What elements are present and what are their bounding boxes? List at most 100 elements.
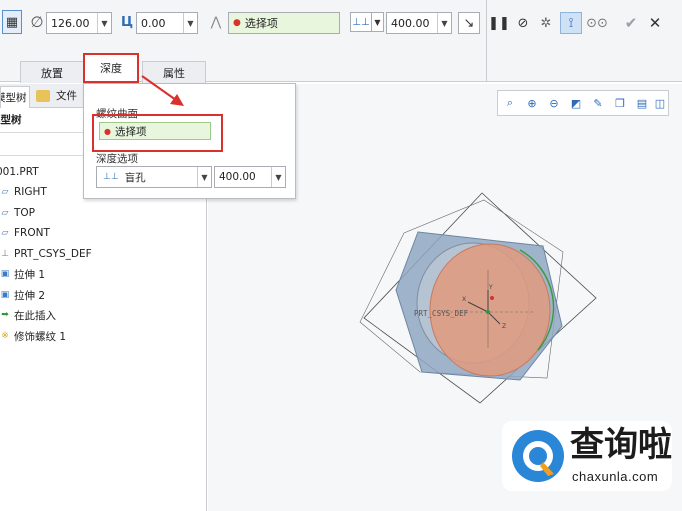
tab-files[interactable]: 文件	[56, 88, 77, 103]
depth-value-input[interactable]: 400.00 ▼	[214, 166, 286, 188]
toolbar-divider	[486, 0, 487, 82]
tab-label: 属性	[163, 66, 185, 80]
depth-options-label: 深度选项	[96, 151, 138, 166]
tree-item-label: PRT_CSYS_DEF	[14, 248, 92, 260]
refit-icon[interactable]: ⌕	[502, 95, 518, 111]
view-toolbar: ⌕ ⊕ ⊖ ◩ ✎ ❒ ▤ ◫	[497, 90, 669, 116]
tab-model-tree[interactable]: 模型树	[0, 86, 30, 108]
tree-item-top[interactable]: ▱ TOP	[0, 204, 35, 222]
tree-item-label: 在此插入	[14, 309, 56, 322]
required-dot-icon: ●	[104, 126, 111, 136]
reference-collector-label: 选择项	[244, 17, 278, 30]
tab-label: 深度	[100, 62, 122, 75]
tree-item-label: RIGHT	[14, 186, 47, 198]
brand-name-text: 查询啦	[570, 425, 672, 465]
tree-item-cosmetic-thread[interactable]: ※ 修饰螺纹 1	[0, 327, 66, 345]
selector-label: 选择项	[114, 125, 147, 138]
datum-display-icon[interactable]: ◫	[652, 95, 668, 111]
tab-properties[interactable]: 属性	[142, 61, 206, 83]
csys-icon: ⊥	[1, 249, 9, 259]
watermark: 查询啦 chaxunla.com	[502, 421, 672, 491]
chevron-down-icon[interactable]: ▼	[437, 13, 451, 33]
depth-value: 400.00	[219, 171, 256, 183]
datum-plane-icon: ▱	[1, 208, 9, 218]
chevron-down-icon[interactable]: ▼	[197, 167, 211, 187]
depth-input[interactable]: 400.00 ▼	[386, 12, 452, 34]
brand-url-text: chaxunla.com	[572, 469, 659, 484]
zoom-in-icon[interactable]: ⊕	[524, 95, 540, 111]
tree-item-label: 拉伸 2	[14, 289, 46, 302]
tree-item-label: TOP	[14, 207, 36, 219]
tab-label: 文件	[56, 90, 77, 102]
csys-label: PRT_CSYS_DEF	[414, 309, 469, 318]
brand-url: chaxunla.com	[572, 469, 658, 484]
tree-item-label: 修饰螺纹 1	[14, 330, 67, 343]
tree-item-label: 001.PRT	[0, 166, 39, 178]
datum-plane-icon: ▱	[1, 228, 9, 238]
tab-label: 放置	[41, 66, 63, 80]
saved-views-icon[interactable]: ❒	[612, 95, 628, 111]
reference-collector[interactable]: ● 选择项	[228, 12, 340, 34]
thread-type-icon[interactable]: ▦	[2, 10, 22, 34]
cosmetic-thread-icon: ※	[1, 331, 9, 341]
repaint-icon[interactable]: ◩	[568, 95, 584, 111]
tab-placement[interactable]: 放置	[20, 61, 84, 83]
tree-header: 模型树	[0, 112, 80, 127]
flip-direction-icon[interactable]: ↘	[458, 12, 480, 34]
extrude-icon: ▣	[0, 290, 10, 300]
axis-label: X	[462, 296, 466, 303]
glasses-icon[interactable]: ⊙⊙	[586, 14, 608, 32]
tree-item-insert-here[interactable]: ➡ 在此插入	[0, 306, 56, 324]
folder-icon	[36, 90, 50, 102]
pitch-icon: Ц	[120, 14, 134, 30]
extrude-icon: ▣	[0, 269, 10, 279]
depth-option-select[interactable]: ⊥⊥ 盲孔 ▼	[96, 166, 212, 188]
chevron-down-icon[interactable]: ▼	[271, 167, 285, 187]
tree-header-label: 模型树	[0, 114, 22, 126]
tree-item-front[interactable]: ▱ FRONT	[0, 224, 50, 242]
diameter-value: 126.00	[51, 16, 90, 30]
diameter-input[interactable]: 126.00 ▼	[46, 12, 112, 34]
view-manager-icon[interactable]: ▤	[634, 95, 650, 111]
blind-depth-icon: ⊥⊥	[103, 172, 119, 182]
reference-icon: ⋀	[210, 14, 222, 30]
csys-marker	[490, 296, 494, 300]
depth-panel: 螺纹曲面 ● 选择项 深度选项 ⊥⊥ 盲孔 ▼ 400.00 ▼	[83, 83, 296, 199]
tab-label: 模型树	[1, 92, 27, 104]
depth-value: 400.00	[391, 16, 430, 30]
feature-dashboard: ▦ ∅ 126.00 ▼ Ц 0.00 ▼ ⋀ ● 选择项 ⊥⊥ ▼ 400.0…	[0, 0, 682, 83]
chevron-down-icon[interactable]: ▼	[372, 12, 384, 32]
tree-item-csys[interactable]: ⊥ PRT_CSYS_DEF	[0, 245, 92, 263]
pitch-value: 0.00	[141, 16, 166, 30]
chevron-down-icon[interactable]: ▼	[97, 13, 111, 33]
brand-name: 查询啦	[570, 425, 672, 465]
tree-item-label: FRONT	[14, 227, 50, 239]
csys-origin	[486, 310, 490, 314]
tree-item-extrude-1[interactable]: ▣ 拉伸 1	[0, 265, 45, 283]
chevron-down-icon[interactable]: ▼	[183, 13, 197, 33]
brand-logo-icon	[512, 430, 564, 482]
display-style-icon[interactable]: ✎	[590, 95, 606, 111]
thread-surface-selector[interactable]: ● 选择项	[99, 122, 211, 140]
diameter-icon: ∅	[30, 13, 44, 31]
tree-item-label: 拉伸 1	[14, 268, 46, 281]
tree-item-extrude-2[interactable]: ▣ 拉伸 2	[0, 286, 45, 304]
no-preview-icon[interactable]: ⊘	[514, 14, 532, 32]
tree-item-part[interactable]: 001.PRT	[0, 163, 39, 181]
datum-plane-icon: ▱	[1, 187, 9, 197]
pause-icon[interactable]: ❚❚	[488, 14, 510, 32]
cancel-close-icon[interactable]: ✕	[646, 14, 664, 32]
blind-depth-icon[interactable]: ⊥⊥	[350, 12, 372, 32]
depth-option-value: 盲孔	[124, 171, 146, 184]
ok-check-icon[interactable]: ✔	[622, 14, 640, 32]
required-dot-icon: ●	[233, 18, 241, 28]
tab-depth[interactable]: 深度	[83, 53, 139, 83]
depth-options-text: 深度选项	[96, 153, 138, 165]
tree-item-right[interactable]: ▱ RIGHT	[0, 183, 47, 201]
axis-label: Z	[502, 323, 506, 330]
pitch-input[interactable]: 0.00 ▼	[136, 12, 198, 34]
preview-icon[interactable]: ✲	[537, 14, 555, 32]
insert-here-icon: ➡	[1, 310, 9, 320]
verify-icon[interactable]: ⟟	[560, 12, 582, 34]
zoom-out-icon[interactable]: ⊖	[546, 95, 562, 111]
